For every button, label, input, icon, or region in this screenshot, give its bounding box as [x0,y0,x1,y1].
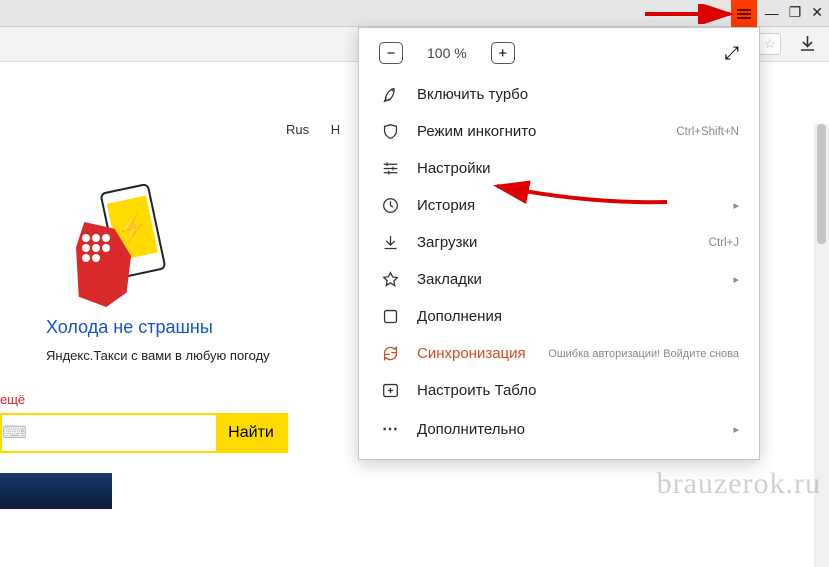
promo-image: ⚡ [76,187,166,307]
menu-label: Дополнения [417,308,502,325]
sync-icon [379,345,401,362]
menu-label: Включить турбо [417,86,528,103]
search-input[interactable] [27,415,216,451]
annotation-arrow-2 [487,172,677,212]
zoom-in-button[interactable]: + [491,42,515,64]
main-menu: − 100 % + ⤢ Включить турбо Режим инкогни… [358,27,760,460]
clock-icon [379,197,401,214]
menu-label: Закладки [417,271,482,288]
shield-icon [379,123,401,140]
menu-item-addons[interactable]: Дополнения [359,298,759,335]
minimize-button[interactable]: — [765,5,779,21]
bottom-banner[interactable] [0,473,112,509]
menu-label: История [417,197,475,214]
menu-label: Синхронизация [417,345,526,362]
language-links: Rus H [286,122,358,137]
menu-item-turbo[interactable]: Включить турбо [359,76,759,113]
zoom-level: 100 % [427,45,467,61]
menu-label: Настройки [417,160,491,177]
lang-rus-link[interactable]: Rus [286,122,309,137]
puzzle-icon [379,308,401,325]
menu-item-tableau[interactable]: Настроить Табло [359,372,759,409]
menu-item-bookmarks[interactable]: Закладки ▸ [359,261,759,298]
promo-subtitle: Яндекс.Такси с вами в любую погоду [46,348,336,363]
chevron-right-icon: ▸ [733,423,739,436]
dots-icon: ⋯ [379,419,401,439]
zoom-out-button[interactable]: − [379,42,403,64]
plus-square-icon [379,382,401,399]
promo-block: ⚡ Холода не страшны Яндекс.Такси с вами … [46,187,336,363]
menu-item-sync[interactable]: Синхронизация Ошибка авторизации! Войдит… [359,335,759,372]
annotation-arrow-1 [645,4,745,24]
lang-h-link[interactable]: H [331,122,340,137]
close-button[interactable]: ✕ [811,4,823,21]
menu-shortcut: Ctrl+Shift+N [676,126,739,138]
menu-item-more[interactable]: ⋯ Дополнительно ▸ [359,409,759,449]
bookmark-star-button[interactable]: ☆ [759,33,781,55]
download-icon [800,36,815,52]
menu-item-downloads[interactable]: Загрузки Ctrl+J [359,224,759,261]
keyboard-icon[interactable]: ⌨ [2,415,27,451]
chevron-right-icon: ▸ [733,199,739,212]
fullscreen-icon[interactable]: ⤢ [725,43,739,64]
sliders-icon [379,160,401,177]
star-icon [379,271,401,288]
zoom-row: − 100 % + ⤢ [359,28,759,76]
sync-error-text: Ошибка авторизации! Войдите снова [548,348,739,360]
downloads-toolbar-button[interactable] [797,33,817,55]
menu-label: Настроить Табло [417,382,536,399]
maximize-button[interactable]: ❐ [789,4,802,21]
menu-label: Дополнительно [417,421,525,438]
menu-shortcut: Ctrl+J [709,237,739,249]
star-icon: ☆ [764,36,776,52]
promo-title[interactable]: Холода не страшны [46,317,336,338]
search-button[interactable]: Найти [216,415,286,451]
watermark: brauzerok.ru [657,467,821,501]
rocket-icon [379,86,401,103]
menu-item-incognito[interactable]: Режим инкогнито Ctrl+Shift+N [359,113,759,150]
more-link[interactable]: ещё [0,392,25,407]
search-bar: ⌨ Найти [0,413,288,453]
menu-label: Загрузки [417,234,477,251]
chevron-right-icon: ▸ [733,273,739,286]
menu-label: Режим инкогнито [417,123,536,140]
download-icon [379,234,401,251]
window-controls: — ❐ ✕ [765,4,823,21]
